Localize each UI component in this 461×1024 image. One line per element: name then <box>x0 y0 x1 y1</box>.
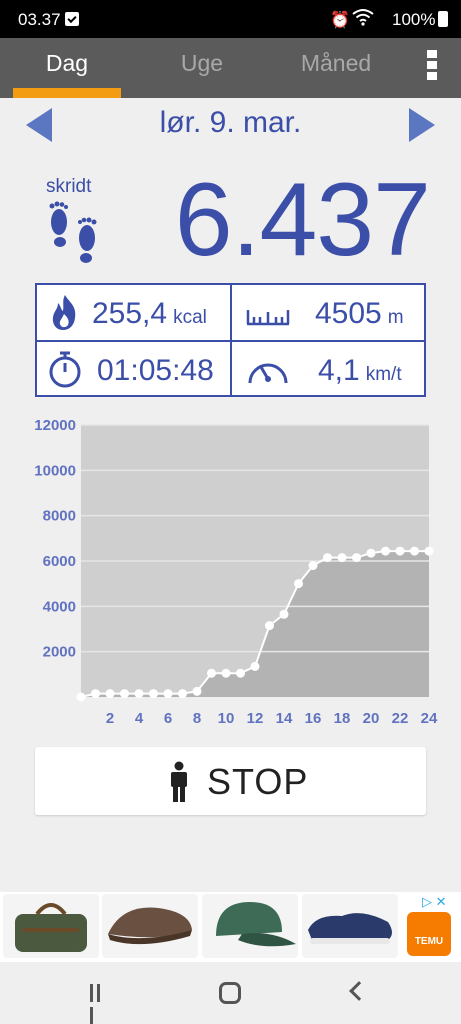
person-icon <box>171 761 187 802</box>
chart-data-point <box>149 689 158 699</box>
y-tick-label: 12000 <box>34 417 76 434</box>
flame-icon <box>52 295 76 330</box>
distance-cell: 4505 m <box>232 285 424 340</box>
chart-data-point <box>178 689 187 699</box>
chart-data-point <box>192 686 202 696</box>
calories-value: 255,4 <box>92 297 168 330</box>
x-tick-label: 10 <box>218 710 235 727</box>
temu-logo[interactable]: TEMU <box>407 912 451 956</box>
calories-unit: kcal <box>173 307 207 328</box>
y-tick-label: 6000 <box>43 553 76 570</box>
chart-data-point <box>294 579 303 589</box>
speed-cell: 4,1 km/t <box>232 342 424 397</box>
stats-grid: 255,4 kcal 4505 m 01:05:48 4,1 km/t <box>35 283 426 397</box>
ad-product-bag[interactable] <box>3 894 99 958</box>
x-tick-label: 4 <box>135 710 144 727</box>
battery-icon <box>438 11 448 27</box>
status-time: 03.37 <box>18 10 61 29</box>
x-tick-label: 14 <box>276 710 293 727</box>
ad-product-shoe[interactable] <box>302 894 398 958</box>
overflow-menu-icon[interactable] <box>421 50 443 86</box>
status-bar: 03.37 ⏰ 100% <box>0 0 461 38</box>
ad-product-baseball-cap[interactable] <box>202 894 298 958</box>
chart-data-point <box>163 689 173 699</box>
speedometer-icon <box>248 363 288 384</box>
steps-count: 6.437 <box>174 162 431 278</box>
x-tick-label: 12 <box>247 710 264 727</box>
speed-value: 4,1 <box>318 354 360 387</box>
chart-data-point <box>207 668 216 678</box>
duration-cell: 01:05:48 <box>37 342 230 397</box>
chart-data-point <box>236 668 245 678</box>
notification-icon <box>65 12 79 26</box>
chart-data-point <box>308 561 318 571</box>
flat-cap-image <box>108 907 192 945</box>
stopwatch-icon <box>49 351 81 388</box>
tab-month[interactable]: Måned <box>282 38 390 98</box>
chart-data-point <box>352 553 361 563</box>
chart-data-point <box>91 689 100 699</box>
x-tick-label: 8 <box>193 710 201 727</box>
x-tick-label: 20 <box>363 710 380 727</box>
x-tick-label: 16 <box>305 710 322 727</box>
speed-unit: km/t <box>365 364 402 385</box>
footprints-icon <box>49 201 97 263</box>
x-tick-label: 18 <box>334 710 351 727</box>
tab-bar: Dag Uge Måned <box>0 38 461 98</box>
tab-day[interactable]: Dag <box>13 38 121 98</box>
x-tick-label: 22 <box>392 710 409 727</box>
x-tick-label: 6 <box>164 710 172 727</box>
chart-data-point <box>279 609 289 619</box>
bag-image <box>15 903 87 952</box>
ad-product-cap[interactable] <box>102 894 198 958</box>
y-tick-label: 2000 <box>43 644 76 661</box>
chart-data-point <box>105 689 115 699</box>
stop-button-label: STOP <box>207 761 309 802</box>
alarm-icon: ⏰ <box>330 12 350 29</box>
adchoices-icon[interactable]: ▷ ✕ <box>422 894 454 910</box>
y-tick-label: 8000 <box>43 508 76 525</box>
duration-value: 01:05:48 <box>97 354 214 387</box>
chart-data-point <box>134 689 144 699</box>
system-nav-bar <box>0 962 461 1024</box>
x-tick-label: 24 <box>421 710 438 727</box>
chart-data-point <box>120 689 129 699</box>
distance-unit: m <box>387 307 404 328</box>
battery-percent: 100% <box>392 10 436 29</box>
calories-cell: 255,4 kcal <box>37 285 230 340</box>
y-tick-label: 4000 <box>43 598 76 615</box>
ruler-icon <box>246 310 290 326</box>
baseball-cap-image <box>216 902 296 947</box>
tab-week[interactable]: Uge <box>148 38 256 98</box>
ad-banner[interactable]: ▷ ✕ TEMU <box>0 892 461 962</box>
chart-data-point <box>250 661 260 671</box>
chart-data-point <box>424 546 434 556</box>
chart-data-point <box>395 546 405 556</box>
next-day-arrow-icon[interactable] <box>409 108 435 142</box>
distance-value: 4505 <box>315 297 382 330</box>
date-label: lør. 9. mar. <box>159 106 302 139</box>
chart-data-point <box>76 692 86 702</box>
y-tick-label: 10000 <box>34 462 76 479</box>
chart-data-point <box>366 548 376 558</box>
chart-data-point <box>381 546 390 556</box>
chart-data-point <box>265 621 274 631</box>
x-tick-label: 2 <box>106 710 114 727</box>
chart-data-point <box>410 546 419 556</box>
wifi-icon <box>352 9 374 26</box>
recents-icon[interactable] <box>90 984 110 1024</box>
shoe-image <box>308 913 392 944</box>
chart-data-point <box>337 553 347 563</box>
back-icon[interactable] <box>349 981 369 1001</box>
steps-chart: 200040006000800010000120002 4 6 8 10 12 14 16 18… <box>34 417 438 727</box>
steps-label: skridt <box>46 176 92 197</box>
previous-day-arrow-icon[interactable] <box>26 108 52 142</box>
home-icon[interactable] <box>219 982 241 1004</box>
chart-data-point <box>323 553 332 563</box>
chart-data-point <box>221 668 231 678</box>
date-header: lør. 9. mar. <box>0 98 461 156</box>
stop-button[interactable]: STOP <box>35 747 426 815</box>
